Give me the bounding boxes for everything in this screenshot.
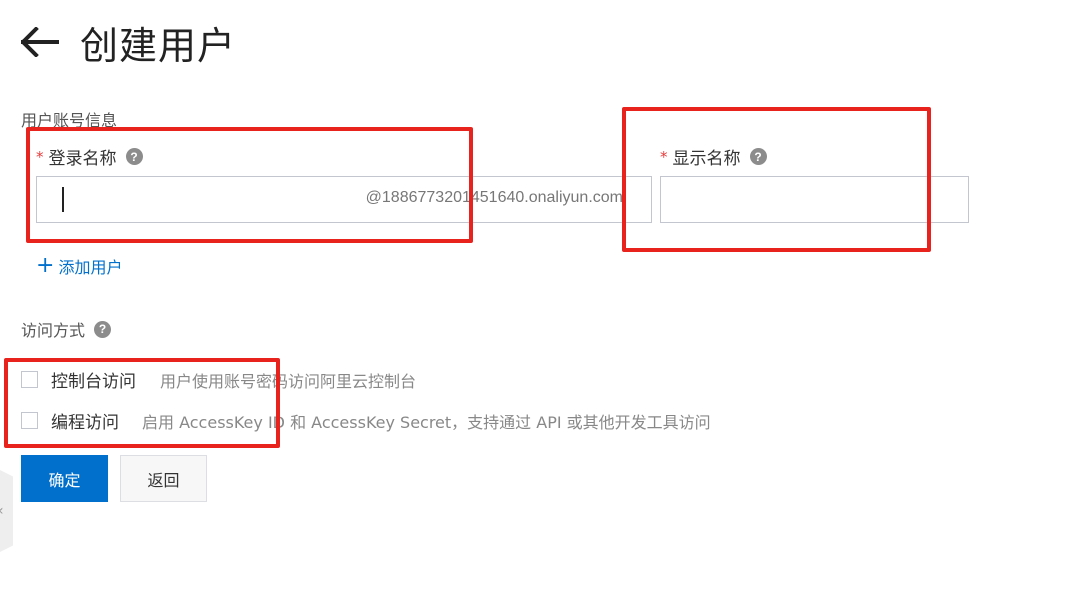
required-mark: * [660, 147, 668, 166]
plus-icon: + [36, 253, 55, 278]
back-button[interactable]: 返回 [120, 455, 207, 502]
page-title: 创建用户 [80, 23, 237, 68]
console-access-label: 控制台访问 [51, 372, 136, 392]
display-name-label-text: 显示名称 [672, 149, 741, 169]
account-section-title: 用户账号信息 [21, 111, 118, 130]
programmatic-access-checkbox[interactable] [21, 412, 38, 429]
confirm-button[interactable]: 确定 [21, 455, 108, 502]
programmatic-access-label: 编程访问 [51, 413, 119, 433]
programmatic-access-description: 启用 AccessKey ID 和 AccessKey Secret，支持通过 … [142, 412, 711, 432]
required-mark: * [36, 147, 44, 166]
help-icon[interactable]: ? [749, 148, 767, 165]
back-arrow-icon[interactable] [20, 22, 60, 62]
page-header: 创建用户 [20, 14, 236, 70]
help-icon[interactable]: ? [94, 320, 112, 338]
help-icon[interactable]: ? [125, 148, 143, 165]
text-caret [62, 187, 64, 212]
console-access-checkbox[interactable] [21, 371, 38, 388]
add-user-link[interactable]: + 添加用户 [36, 254, 122, 278]
programmatic-access-option: 编程访问 启用 AccessKey ID 和 AccessKey Secret，… [21, 408, 711, 433]
login-name-input[interactable]: @1886773201451640.onaliyun.com [36, 176, 652, 223]
display-name-input[interactable] [660, 176, 969, 223]
chevron-left-icon: ‹ [0, 503, 4, 519]
display-name-label: * 显示名称 ? [660, 144, 767, 169]
access-section-title-row: 访问方式 ? [21, 317, 112, 341]
console-access-description: 用户使用账号密码访问阿里云控制台 [160, 371, 417, 391]
add-user-label: 添加用户 [58, 258, 123, 277]
console-access-option: 控制台访问 用户使用账号密码访问阿里云控制台 [21, 367, 416, 392]
login-name-suffix: @1886773201451640.onaliyun.com [365, 189, 623, 206]
login-name-label: * 登录名称 ? [36, 144, 143, 169]
login-name-label-text: 登录名称 [48, 149, 117, 169]
access-section-title: 访问方式 [21, 321, 86, 340]
